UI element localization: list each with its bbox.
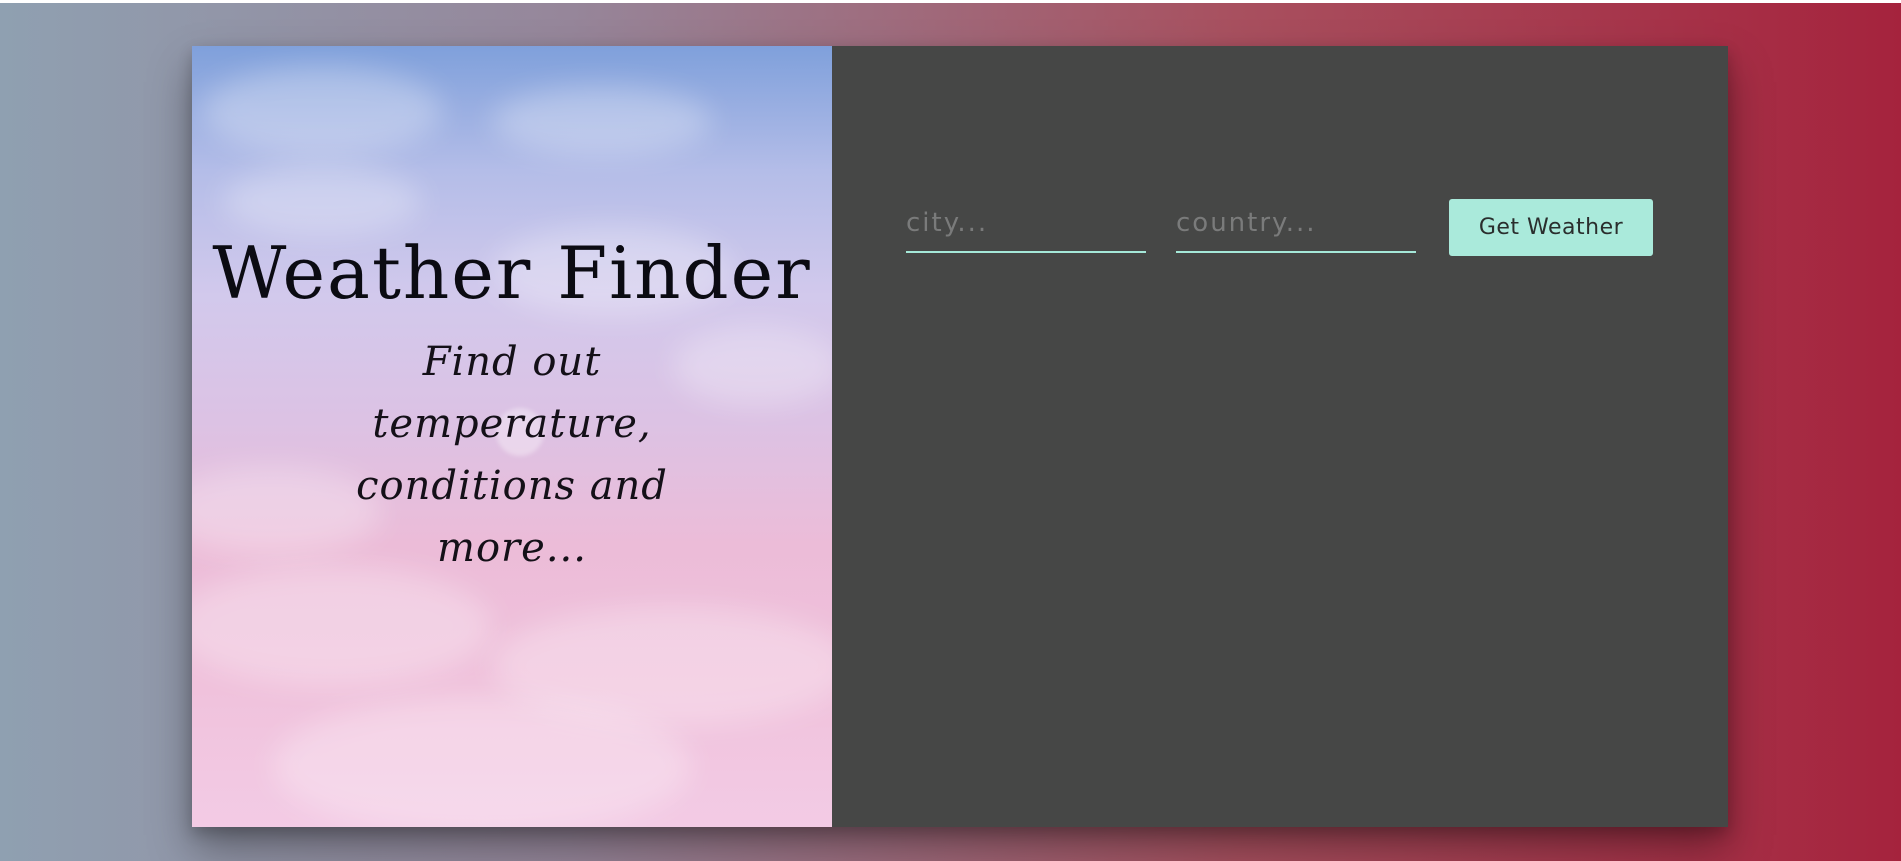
page-title: Weather Finder: [212, 230, 812, 315]
hero-panel: Weather Finder Find out temperature, con…: [192, 46, 832, 827]
country-input[interactable]: [1176, 201, 1416, 253]
get-weather-button[interactable]: Get Weather: [1449, 199, 1653, 256]
hero-content: Weather Finder Find out temperature, con…: [192, 46, 832, 827]
weather-card: Weather Finder Find out temperature, con…: [192, 46, 1728, 827]
search-panel: Get Weather: [832, 46, 1728, 827]
top-strip: [0, 0, 1901, 3]
page-subtitle: Find out temperature, conditions and mor…: [356, 339, 668, 572]
city-input[interactable]: [906, 201, 1146, 253]
weather-form: Get Weather: [906, 196, 1653, 256]
